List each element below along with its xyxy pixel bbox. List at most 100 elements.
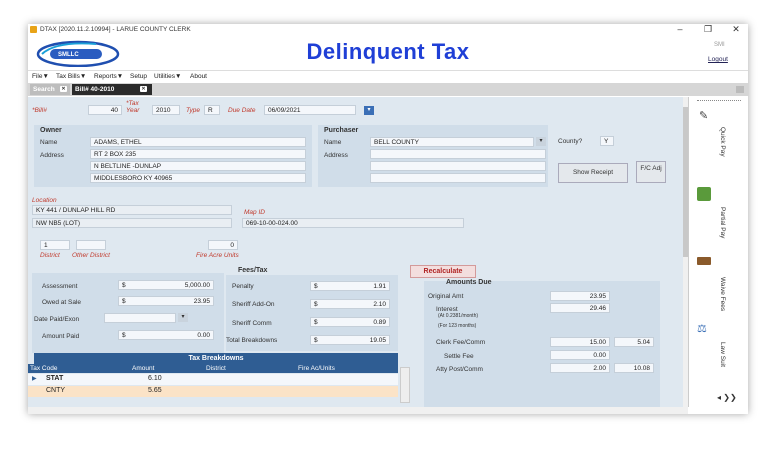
show-receipt-button[interactable]: Show Receipt <box>558 163 628 183</box>
total-breakdowns-field[interactable]: $ 19.05 <box>310 335 390 345</box>
column-header[interactable]: Amount <box>132 365 154 372</box>
settle-fee-field[interactable]: 0.00 <box>550 350 610 360</box>
clerk-fee-field[interactable]: 15.00 <box>550 337 610 347</box>
tab-search[interactable]: Search ✕ <box>30 84 70 95</box>
other-district-label: Other District <box>72 252 110 259</box>
owner-address3-field[interactable]: MIDDLESBORO KY 40965 <box>90 173 306 183</box>
owner-name-label: Name <box>40 139 58 146</box>
calendar-icon[interactable]: ▾ <box>364 106 374 115</box>
atty-post-label: Atty Post/Comm <box>436 366 483 373</box>
county-label: County? <box>558 138 583 145</box>
scales-icon[interactable]: ⚖ <box>697 322 711 335</box>
type-label: Type <box>186 107 200 114</box>
amounts-due-title: Amounts Due <box>446 279 492 286</box>
penalty-field[interactable]: $ 1.91 <box>310 281 390 291</box>
amount-paid-field[interactable]: $ 0.00 <box>118 330 214 340</box>
table-row[interactable]: ▶ STAT 6.10 <box>28 374 398 385</box>
purchaser-name-field[interactable]: BELL COUNTY <box>370 137 534 147</box>
recalculate-button[interactable]: Recalculate <box>410 265 476 278</box>
purchaser-address3-field[interactable] <box>370 173 546 183</box>
column-header[interactable]: Fire Ac/Units <box>298 365 335 372</box>
logout-link[interactable]: Logout <box>708 56 728 63</box>
district-field[interactable]: 1 <box>40 240 70 250</box>
county-field[interactable]: Y <box>600 136 614 146</box>
owner-panel: Owner Name ADAMS, ETHEL Address RT 2 BOX… <box>34 125 312 187</box>
purchaser-title: Purchaser <box>324 127 359 134</box>
clerk-comm-field[interactable]: 5.04 <box>614 337 654 347</box>
interest-label: Interest <box>436 306 458 313</box>
menu-bar: File▼ Tax Bills▼ Reports▼ Setup Utilitie… <box>28 70 748 84</box>
sidebar-item-law-suit[interactable]: Law Suit <box>719 342 726 367</box>
tax-year-label: *Tax Year <box>126 100 140 114</box>
table-scrollbar[interactable] <box>400 367 410 403</box>
owner-address1-field[interactable]: RT 2 BOX 235 <box>90 149 306 159</box>
owner-name-field[interactable]: ADAMS, ETHEL <box>90 137 306 147</box>
fire-acre-units-field[interactable]: 0 <box>208 240 238 250</box>
close-icon[interactable]: ✕ <box>60 86 67 92</box>
menu-file[interactable]: File▼ <box>32 73 49 80</box>
sidebar-item-waive-fees[interactable]: Waive Fees <box>719 277 726 311</box>
horizontal-scrollbar[interactable] <box>28 407 688 414</box>
sheriff-comm-field[interactable]: $ 0.89 <box>310 317 390 327</box>
close-icon[interactable]: ✕ <box>140 86 147 92</box>
app-header: SMLLC Delinquent Tax SMI Logout <box>28 36 748 70</box>
sheriff-addon-field[interactable]: $ 2.10 <box>310 299 390 309</box>
quick-pay-icon[interactable]: ✎ <box>699 109 711 122</box>
menu-reports[interactable]: Reports▼ <box>94 73 123 80</box>
menu-setup[interactable]: Setup <box>130 73 147 80</box>
table-row[interactable]: CNTY 5.65 <box>28 386 398 397</box>
chevron-down-icon[interactable]: ▾ <box>178 313 188 322</box>
fc-adj-button[interactable]: F/C Adj <box>636 161 666 183</box>
restore-button[interactable]: ❐ <box>701 24 715 35</box>
action-sidebar: ✎ Quick Pay Partial Pay Waive Fees ⚖ Law… <box>688 97 748 407</box>
sidebar-scroll-icon[interactable]: ◂ ❯❯ <box>717 393 737 402</box>
chevron-down-icon[interactable]: ▾ <box>536 137 546 146</box>
owner-address2-field[interactable]: N BELTLINE -DUNLAP <box>90 161 306 171</box>
sidebar-item-partial-pay[interactable]: Partial Pay <box>719 207 726 238</box>
atty-post-field[interactable]: 2.00 <box>550 363 610 373</box>
collapse-icon[interactable] <box>736 86 744 93</box>
interest-rate-note: (At 0.2381/month) <box>438 313 479 319</box>
currency-symbol: $ <box>122 332 126 339</box>
tax-code-cell: CNTY <box>46 387 66 394</box>
close-button[interactable]: ✕ <box>729 24 743 35</box>
due-date-field[interactable]: 06/09/2021 <box>264 105 356 115</box>
user-label: SMI <box>714 42 725 48</box>
other-district-field[interactable] <box>76 240 106 250</box>
map-id-field[interactable]: 069-10-00-024.00 <box>242 218 464 228</box>
bill-number-field[interactable]: 40 <box>88 105 122 115</box>
tab-bill[interactable]: Bill# 40-2010 ✕ <box>72 84 152 95</box>
assessment-panel: Assessment $ 5,000.00 Owed at Sale $ 23.… <box>32 273 224 353</box>
menu-utilities[interactable]: Utilities▼ <box>154 73 181 80</box>
original-amt-field[interactable]: 23.95 <box>550 291 610 301</box>
interest-field[interactable]: 29.46 <box>550 303 610 313</box>
purchaser-address2-field[interactable] <box>370 161 546 171</box>
tax-code-cell: STAT <box>46 375 64 382</box>
gavel-icon[interactable] <box>697 257 711 265</box>
column-header[interactable]: District <box>206 365 226 372</box>
date-paid-field[interactable] <box>104 313 176 323</box>
menu-about[interactable]: About <box>190 73 207 80</box>
sheriff-addon-value: 2.10 <box>373 301 386 308</box>
breakdowns-header-row: Tax Code Amount District Fire Ac/Units <box>28 364 398 373</box>
purchaser-address1-field[interactable] <box>370 149 546 159</box>
penalty-value: 1.91 <box>373 283 386 290</box>
minimize-button[interactable]: – <box>673 24 687 34</box>
type-field[interactable]: R <box>204 105 220 115</box>
sheriff-comm-label: Sheriff Comm <box>232 320 272 327</box>
partial-pay-icon[interactable] <box>697 187 711 201</box>
currency-symbol: $ <box>314 283 318 290</box>
location-line1[interactable]: KY 441 / DUNLAP HILL RD <box>32 205 232 215</box>
sidebar-item-quick-pay[interactable]: Quick Pay <box>719 127 726 157</box>
column-header[interactable]: Tax Code <box>30 365 57 372</box>
menu-tax-bills[interactable]: Tax Bills▼ <box>56 73 86 80</box>
atty-comm-field[interactable]: 10.08 <box>614 363 654 373</box>
owed-at-sale-field[interactable]: $ 23.95 <box>118 296 214 306</box>
assessment-field[interactable]: $ 5,000.00 <box>118 280 214 290</box>
tax-year-field[interactable]: 2010 <box>152 105 180 115</box>
purchaser-panel: Purchaser Name BELL COUNTY ▾ Address <box>318 125 548 187</box>
tax-breakdowns-title: Tax Breakdowns <box>34 353 398 364</box>
fees-tax-title: Fees/Tax <box>238 267 268 274</box>
total-breakdowns-label: Total Breakdowns <box>226 337 278 344</box>
location-line2[interactable]: NW NB5 (LOT) <box>32 218 232 228</box>
